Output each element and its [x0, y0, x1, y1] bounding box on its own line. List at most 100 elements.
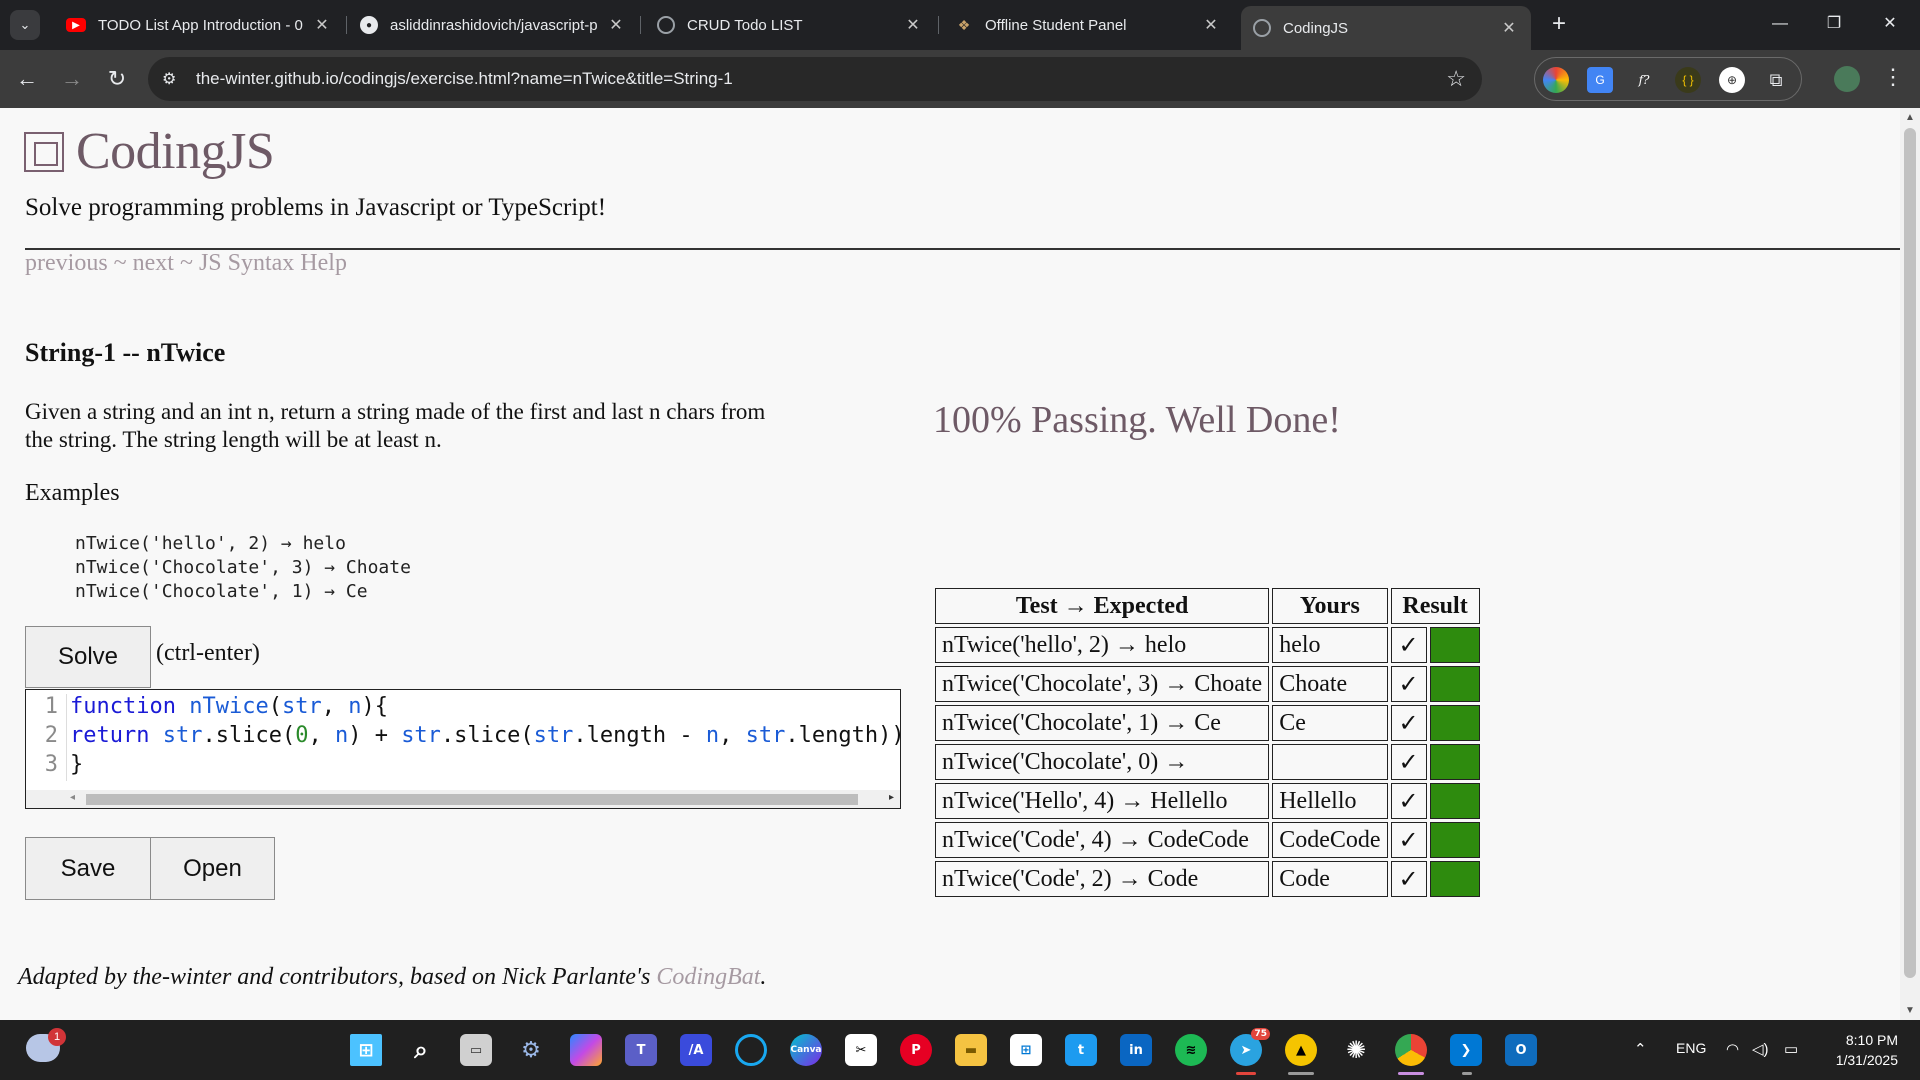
scrollbar-thumb[interactable] — [1904, 128, 1916, 978]
tab-github[interactable]: ● asliddinrashidovich/javascript-p ✕ — [348, 8, 638, 42]
result-check-cell: ✓ — [1390, 783, 1427, 819]
reload-icon[interactable]: ↻ — [102, 64, 132, 94]
forward-arrow-icon[interactable]: → — [57, 64, 87, 94]
previous-link[interactable]: previous — [25, 250, 108, 276]
examples-list: nTwice('hello', 2) → helo nTwice('Chocol… — [75, 532, 411, 604]
yours-cell: Choate — [1272, 666, 1388, 702]
copilot-icon[interactable] — [570, 1034, 602, 1066]
formula-extension-icon[interactable]: f? — [1631, 67, 1657, 93]
tab-separator — [346, 16, 347, 34]
twitter-icon[interactable]: t — [1065, 1034, 1097, 1066]
code-line[interactable]: 1 function nTwice(str, n){ — [26, 694, 388, 723]
next-link[interactable]: next — [133, 250, 174, 276]
tab-offline-student-panel[interactable]: ❖ Offline Student Panel ✕ — [943, 8, 1233, 42]
menu-kebab-icon[interactable]: ⋮ — [1882, 64, 1904, 90]
yours-cell: Code — [1272, 861, 1388, 897]
code-line[interactable]: 3 } — [26, 752, 83, 781]
chatgpt-icon[interactable]: ✺ — [1340, 1034, 1372, 1066]
weather-widget-icon[interactable]: 1 — [26, 1028, 66, 1062]
open-button[interactable]: Open — [150, 837, 275, 900]
tab-search-icon[interactable]: ⌄ — [10, 10, 40, 40]
editor-horizontal-scrollbar[interactable]: ◂ ▸ — [26, 790, 900, 808]
results-row: nTwice('Code', 2) → Code Code ✓ — [935, 861, 1480, 897]
tab-title: CRUD Todo LIST — [687, 16, 803, 34]
profile-avatar[interactable] — [1834, 66, 1860, 92]
vscode-icon[interactable]: ❯ — [1450, 1034, 1482, 1066]
spotify-icon[interactable]: ≋ — [1175, 1034, 1207, 1066]
color-picker-extension-icon[interactable] — [1543, 67, 1569, 93]
chrome-icon[interactable] — [1395, 1034, 1427, 1066]
restore-button[interactable]: ❐ — [1806, 6, 1862, 42]
tab-codingjs[interactable]: CodingJS ✕ — [1241, 6, 1531, 50]
vpn-app-icon[interactable]: ▲ — [1285, 1034, 1317, 1066]
close-tab-icon[interactable]: ✕ — [1201, 15, 1221, 35]
tab-crud-todo[interactable]: CRUD Todo LIST ✕ — [645, 8, 935, 42]
codingbat-link[interactable]: CodingBat — [656, 964, 760, 990]
test-cell: nTwice('Chocolate', 3) → Choate — [935, 666, 1270, 702]
close-tab-icon[interactable]: ✕ — [606, 15, 626, 35]
test-cell: nTwice('Chocolate', 0) → — [935, 744, 1270, 780]
input-language[interactable]: ENG — [1676, 1040, 1706, 1056]
puzzle-extensions-icon[interactable]: ⧉ — [1763, 67, 1789, 93]
js-syntax-help-link[interactable]: JS Syntax Help — [199, 250, 347, 276]
cortana-icon[interactable] — [735, 1034, 767, 1066]
globe-icon — [1253, 19, 1271, 37]
scroll-down-arrow-icon[interactable]: ▼ — [1905, 1005, 1915, 1016]
site-info-icon[interactable]: ⚙ — [162, 69, 176, 89]
microsoft-store-icon[interactable]: ⊞ — [1010, 1034, 1042, 1066]
search-icon[interactable]: ⌕ — [405, 1034, 437, 1066]
system-clock[interactable]: 8:10 PM 1/31/2025 — [1818, 1030, 1898, 1070]
scrollbar-thumb[interactable] — [86, 794, 858, 805]
scroll-left-arrow-icon[interactable]: ◂ — [70, 792, 75, 803]
pinterest-icon[interactable]: P — [900, 1034, 932, 1066]
battery-icon[interactable]: ▭ — [1784, 1040, 1798, 1058]
scroll-up-arrow-icon[interactable]: ▲ — [1905, 112, 1915, 123]
capcut-icon[interactable]: ✂ — [845, 1034, 877, 1066]
test-cell: nTwice('hello', 2) → helo — [935, 627, 1270, 663]
wifi-icon[interactable]: ◠ — [1726, 1040, 1739, 1058]
pass-indicator — [1429, 822, 1480, 858]
close-tab-icon[interactable]: ✕ — [312, 15, 332, 35]
tab-title: asliddinrashidovich/javascript-p — [390, 16, 598, 34]
json-extension-icon[interactable]: { } — [1675, 67, 1701, 93]
address-bar[interactable]: ⚙ the-winter.github.io/codingjs/exercise… — [148, 57, 1482, 101]
test-cell: nTwice('Hello', 4) → Hellello — [935, 783, 1270, 819]
line-number: 1 — [44, 694, 58, 719]
new-tab-button[interactable]: + — [1544, 10, 1574, 40]
code-editor[interactable]: 1 function nTwice(str, n){ 2 return str.… — [25, 689, 901, 809]
extension-icon[interactable]: ⊕ — [1719, 67, 1745, 93]
settings-gear-icon[interactable]: ⚙ — [515, 1034, 547, 1066]
result-check-cell: ✓ — [1390, 666, 1427, 702]
vector-app-icon[interactable]: /A — [680, 1034, 712, 1066]
volume-icon[interactable]: ◁) — [1752, 1040, 1769, 1058]
clock-date: 1/31/2025 — [1835, 1052, 1898, 1068]
outlook-icon[interactable]: O — [1505, 1034, 1537, 1066]
page-vertical-scrollbar[interactable]: ▲ ▼ — [1900, 108, 1920, 1020]
back-arrow-icon[interactable]: ← — [12, 64, 42, 94]
google-translate-icon[interactable]: G — [1587, 67, 1613, 93]
teams-icon[interactable]: T — [625, 1034, 657, 1066]
show-hidden-icons-chevron-icon[interactable]: ⌃ — [1634, 1040, 1647, 1058]
telegram-icon[interactable]: ➤ 75 — [1230, 1028, 1270, 1066]
close-window-button[interactable]: ✕ — [1862, 6, 1918, 42]
yours-cell: CodeCode — [1272, 822, 1388, 858]
linkedin-icon[interactable]: in — [1120, 1034, 1152, 1066]
tab-todo-list-video[interactable]: ▶ TODO List App Introduction - 0 ✕ — [54, 8, 344, 42]
site-subtitle: Solve programming problems in Javascript… — [25, 194, 607, 221]
minimize-button[interactable]: — — [1752, 6, 1808, 42]
bookmark-star-icon[interactable]: ☆ — [1446, 66, 1466, 92]
github-icon: ● — [360, 16, 378, 34]
start-windows-icon[interactable]: ⊞ — [350, 1034, 382, 1066]
scroll-right-arrow-icon[interactable]: ▸ — [889, 792, 894, 803]
task-view-icon[interactable]: ▭ — [460, 1034, 492, 1066]
url-text[interactable]: the-winter.github.io/codingjs/exercise.h… — [196, 69, 733, 89]
code-line[interactable]: 2 return str.slice(0, n) + str.slice(str… — [26, 723, 900, 752]
solve-button[interactable]: Solve — [25, 626, 151, 688]
file-explorer-icon[interactable]: ▬ — [955, 1034, 987, 1066]
save-button[interactable]: Save — [25, 837, 151, 900]
pass-indicator — [1429, 783, 1480, 819]
close-tab-icon[interactable]: ✕ — [903, 15, 923, 35]
canva-icon[interactable]: Canva — [790, 1034, 822, 1066]
close-tab-icon[interactable]: ✕ — [1499, 18, 1519, 38]
footer-text: Adapted by the-winter and contributors, … — [18, 964, 657, 990]
